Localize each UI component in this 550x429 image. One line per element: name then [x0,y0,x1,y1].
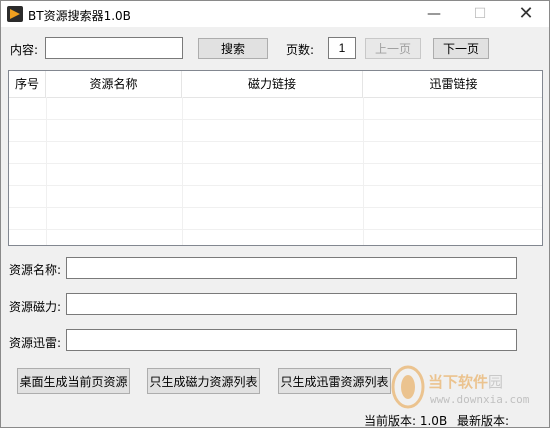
current-version-label: 当前版本: 1.0B [364,414,448,428]
column-header-index[interactable]: 序号 [9,71,46,97]
resource-magnet-label: 资源磁力: [9,300,62,314]
title-bar: BT资源搜索器1.0B — ☐ ✕ [1,1,549,27]
content-input[interactable] [45,37,183,59]
resource-thunder-label: 资源迅雷: [9,336,62,350]
content-label: 内容: [10,43,39,57]
watermark-brand-suffix: 园 [488,373,504,391]
resource-name-field[interactable] [66,257,517,279]
latest-version-label: 最新版本: [457,414,510,428]
minimize-button[interactable]: — [411,1,457,27]
grid-line [9,229,542,230]
watermark-url: www.downxia.com [430,393,530,406]
app-icon [7,6,23,22]
table-header: 序号 资源名称 磁力链接 迅雷链接 [9,71,542,98]
watermark: 当下软件 园 www.downxia.com [384,363,544,413]
resource-magnet-field[interactable] [66,293,517,315]
generate-thunder-list-button[interactable]: 只生成迅雷资源列表 [278,368,391,394]
column-header-name[interactable]: 资源名称 [46,71,182,97]
results-table[interactable]: 序号 资源名称 磁力链接 迅雷链接 [8,70,543,246]
window-title: BT资源搜索器1.0B [28,9,131,23]
grid-line [9,163,542,164]
column-header-thunder[interactable]: 迅雷链接 [363,71,542,97]
prev-page-button[interactable]: 上一页 [365,38,421,59]
generate-magnet-list-button[interactable]: 只生成磁力资源列表 [147,368,260,394]
page-label: 页数: [286,43,315,57]
resource-name-label: 资源名称: [9,263,62,277]
close-button[interactable]: ✕ [503,1,549,27]
search-button[interactable]: 搜索 [198,38,268,59]
next-page-button[interactable]: 下一页 [433,38,489,59]
resource-thunder-field[interactable] [66,329,517,351]
column-header-magnet[interactable]: 磁力链接 [182,71,363,97]
maximize-button[interactable]: ☐ [457,1,503,27]
page-input[interactable] [328,37,356,59]
watermark-logo-icon [391,365,425,409]
watermark-brand: 当下软件 [428,373,489,391]
generate-desktop-button[interactable]: 桌面生成当前页资源 [17,368,130,394]
app-window: BT资源搜索器1.0B — ☐ ✕ 内容: 搜索 页数: 上一页 下一页 序号 … [0,0,550,428]
grid-line [9,185,542,186]
grid-line [9,141,542,142]
grid-line [9,207,542,208]
grid-line [9,119,542,120]
